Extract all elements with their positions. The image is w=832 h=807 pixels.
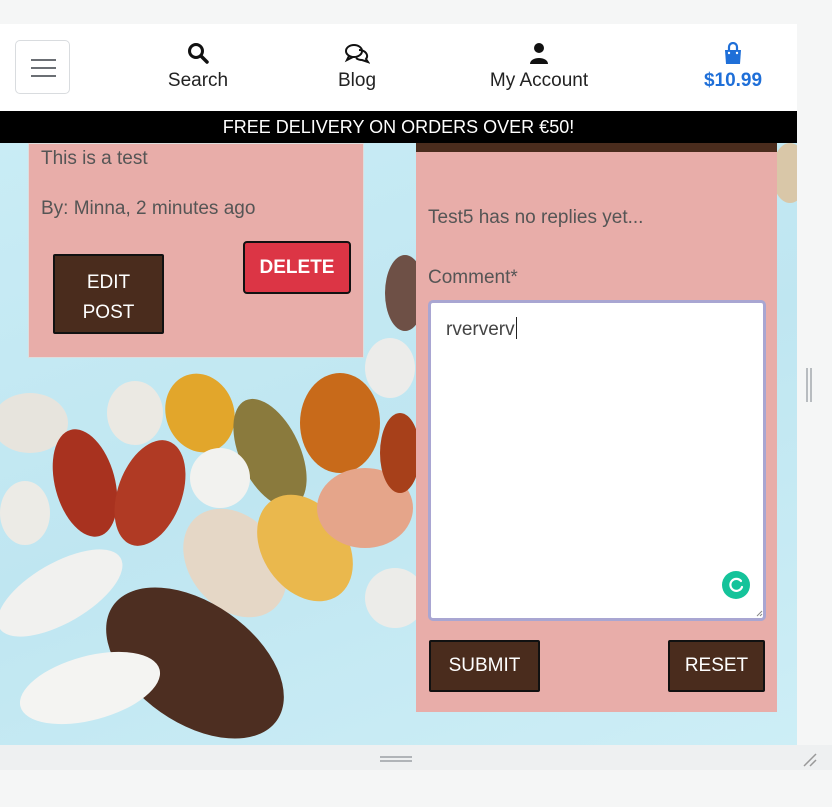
nav-account-label: My Account (489, 70, 589, 91)
edit-post-label-line1: EDIT (86, 272, 131, 293)
delete-post-button[interactable]: DELETE (243, 241, 351, 294)
viewport-right-resize-strip (797, 24, 832, 745)
resize-handle-line (806, 368, 808, 402)
site-header: Search Blog My Account $10.99 (0, 24, 797, 111)
no-replies-text: Test5 has no replies yet... (428, 207, 644, 228)
free-delivery-banner: FREE DELIVERY ON ORDERS OVER €50! (0, 111, 797, 143)
viewport-bottom-resize-strip (0, 745, 832, 770)
menu-icon (31, 59, 56, 61)
reset-button[interactable]: RESET (668, 640, 765, 692)
resize-handle-line (380, 756, 412, 758)
menu-icon-bar (31, 67, 56, 69)
text-cursor (515, 317, 517, 339)
comment-panel-header-bar (416, 143, 777, 152)
edit-post-label-line2: POST (82, 302, 135, 323)
nav-search-link[interactable]: Search (158, 42, 238, 92)
viewport-height-resize-handle[interactable] (380, 756, 412, 762)
nav-blog-link[interactable]: Blog (322, 42, 392, 92)
nav-search-label: Search (167, 70, 229, 91)
page-viewport: Search Blog My Account $10.99 FREE DELIV… (0, 24, 797, 745)
corner-resize-grip[interactable] (800, 750, 818, 768)
post-card: This is a test By: Minna, 2 minutes ago … (28, 143, 364, 358)
cart-total: $10.99 (703, 70, 763, 91)
shopping-bag-icon (725, 42, 741, 64)
user-icon (530, 43, 548, 64)
textarea-resize-grip[interactable] (755, 609, 763, 617)
menu-icon-bar (31, 75, 56, 77)
comment-textarea-value: rververv (446, 319, 515, 340)
post-meta: By: Minna, 2 minutes ago (41, 198, 256, 219)
submit-button[interactable]: SUBMIT (429, 640, 540, 692)
comment-textarea[interactable]: rververv (428, 300, 766, 621)
comment-panel: Test5 has no replies yet... Comment* rve… (416, 143, 777, 712)
menu-toggle-button[interactable] (15, 40, 70, 94)
nav-blog-label: Blog (337, 70, 377, 91)
post-body-text: This is a test (41, 148, 148, 169)
resize-handle-line (380, 760, 412, 762)
nav-account-link[interactable]: My Account (480, 42, 598, 92)
edit-post-button[interactable]: EDIT POST (53, 254, 164, 334)
comment-field-label: Comment* (428, 267, 518, 288)
grammar-check-icon[interactable] (721, 570, 751, 600)
comments-icon (344, 44, 370, 64)
search-icon (188, 43, 209, 64)
nav-cart-link[interactable]: $10.99 (693, 42, 773, 92)
viewport-width-resize-handle[interactable] (806, 368, 812, 402)
resize-handle-line (810, 368, 812, 402)
